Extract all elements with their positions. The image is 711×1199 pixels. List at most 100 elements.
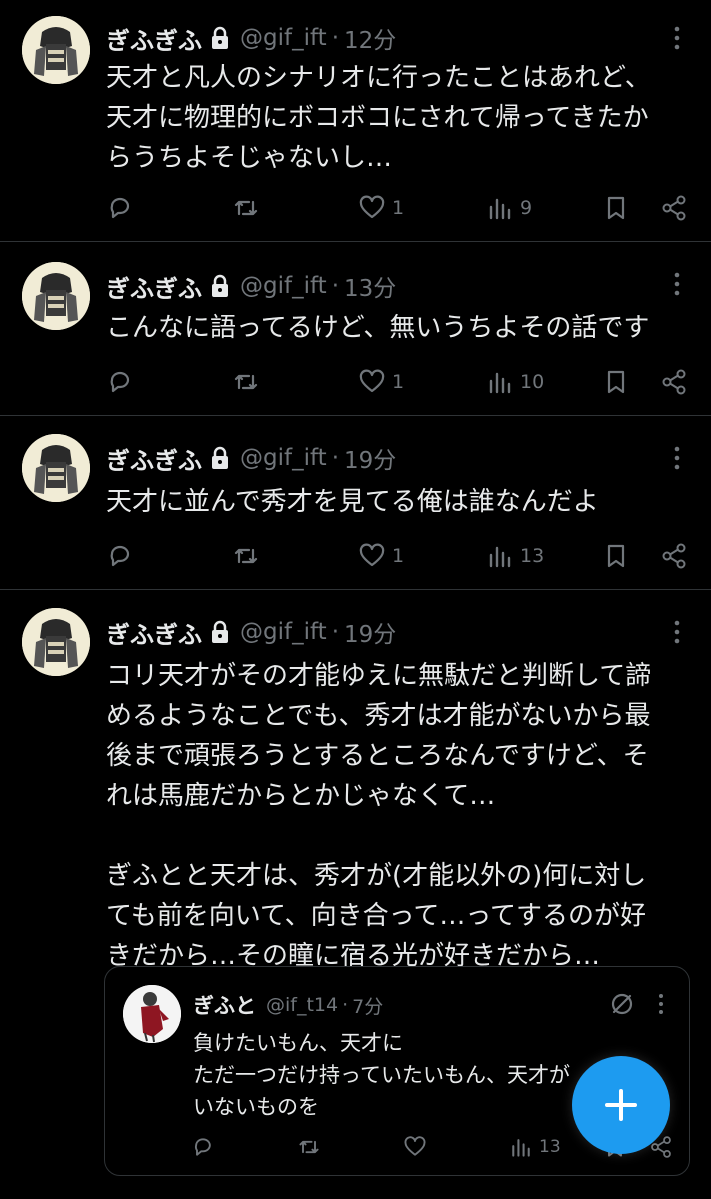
retweet-button[interactable]	[232, 538, 260, 574]
avatar[interactable]	[22, 16, 90, 84]
user-handle[interactable]: @gif_ift	[240, 619, 327, 645]
bookmark-button[interactable]	[602, 364, 630, 400]
tweet[interactable]: ぎふぎふ @gif_ift · 12分 天才と凡人のシナリオに行ったことはあれど…	[0, 0, 711, 242]
tweet-actions: 1 10	[106, 364, 696, 400]
tweet-text-line: 天才に並んで秀才を見てる俺は誰なんだよ	[106, 487, 599, 517]
separator-dot: ·	[331, 619, 340, 645]
tweet-text: 天才に並んで秀才を見てる俺は誰なんだよ	[106, 482, 686, 522]
like-button[interactable]: 1	[358, 538, 404, 574]
tweet-header: ぎふぎふ @gif_ift · 19分	[106, 614, 396, 650]
quoted-user-handle[interactable]: @if_t14	[266, 994, 338, 1016]
view-count: 10	[520, 371, 545, 393]
tweet-header: ぎふぎふ @gif_ift · 19分	[106, 440, 396, 476]
retweet-button[interactable]	[232, 364, 260, 400]
display-name[interactable]: ぎふぎふ	[106, 269, 202, 304]
quoted-avatar[interactable]	[123, 985, 181, 1043]
share-button[interactable]	[660, 538, 688, 574]
timestamp[interactable]: 19分	[344, 441, 396, 475]
bookmark-icon	[607, 370, 625, 394]
lock-icon	[212, 446, 228, 469]
reply-button[interactable]	[106, 364, 134, 400]
separator-dot: ·	[331, 445, 340, 471]
more-options-icon[interactable]	[665, 270, 689, 298]
tweet-text-line: めるようなことでも、秀才は才能がないから最	[106, 701, 651, 731]
views-chart-icon	[512, 1139, 530, 1157]
more-options-icon[interactable]	[665, 24, 689, 52]
reply-icon	[194, 1138, 211, 1156]
tweet-header: ぎふぎふ @gif_ift · 12分	[106, 20, 396, 56]
tweet-text: コリ天才がその才能ゆえに無駄だと判断して諦 めるようなことでも、秀才は才能がない…	[106, 656, 686, 976]
lock-icon	[212, 26, 228, 49]
separator-dot: ·	[331, 25, 340, 51]
like-button[interactable]: 1	[358, 364, 404, 400]
share-button[interactable]	[660, 364, 688, 400]
tweet-text-line	[106, 816, 686, 856]
tweet-text-line: らうちよそじゃないし…	[106, 143, 393, 173]
reply-icon	[110, 197, 130, 219]
avatar-illustration-icon	[22, 16, 90, 84]
views-button[interactable]: 9	[486, 190, 532, 226]
quoted-display-name[interactable]: ぎふと	[193, 990, 256, 1020]
view-count: 13	[539, 1137, 561, 1157]
user-handle[interactable]: @gif_ift	[240, 445, 327, 471]
views-chart-icon	[489, 372, 511, 394]
tweet-text-line: ても前を向いて、向き合って…ってするのが好	[106, 901, 647, 931]
quoted-timestamp[interactable]: 7分	[352, 992, 383, 1019]
tweet-text-line: コリ天才がその才能ゆえに無駄だと判断して諦	[106, 661, 652, 691]
more-options-icon[interactable]	[665, 444, 689, 472]
reply-button[interactable]	[191, 1129, 215, 1165]
tweet-text-line: れは馬鹿だからとかじゃなくて…	[106, 781, 496, 811]
like-button[interactable]	[403, 1129, 427, 1165]
retweet-button[interactable]	[297, 1129, 321, 1165]
avatar[interactable]	[22, 434, 90, 502]
views-chart-icon	[489, 198, 511, 220]
views-chart-icon	[489, 546, 511, 568]
bookmark-button[interactable]	[602, 538, 630, 574]
timestamp[interactable]: 19分	[344, 615, 396, 649]
tweet-actions: 1 9	[106, 190, 696, 226]
display-name[interactable]: ぎふぎふ	[106, 21, 202, 56]
avatar-illustration-icon	[22, 608, 90, 676]
grok-icon[interactable]	[609, 991, 635, 1017]
lock-icon	[212, 274, 228, 297]
tweet-header: ぎふぎふ @gif_ift · 13分	[106, 268, 396, 304]
avatar[interactable]	[22, 262, 90, 330]
more-options-icon[interactable]	[665, 618, 689, 646]
views-button[interactable]: 13	[486, 538, 544, 574]
separator-dot: ·	[342, 994, 349, 1016]
avatar[interactable]	[22, 608, 90, 676]
tweet[interactable]: ぎふぎふ @gif_ift · 19分 天才に並んで秀才を見てる俺は誰なんだよ …	[0, 416, 711, 590]
display-name[interactable]: ぎふぎふ	[106, 441, 202, 476]
display-name[interactable]: ぎふぎふ	[106, 615, 202, 650]
reply-button[interactable]	[106, 190, 134, 226]
heart-icon	[359, 543, 385, 567]
timestamp[interactable]: 12分	[344, 21, 396, 55]
like-button[interactable]: 1	[358, 190, 404, 226]
timeline-feed: ぎふぎふ @gif_ift · 12分 天才と凡人のシナリオに行ったことはあれど…	[0, 0, 711, 1199]
quoted-tweet-header: ぎふと @if_t14 · 7分	[193, 989, 383, 1021]
user-handle[interactable]: @gif_ift	[240, 25, 327, 51]
lock-icon	[212, 620, 228, 643]
bookmark-button[interactable]	[602, 190, 630, 226]
user-handle[interactable]: @gif_ift	[240, 273, 327, 299]
compose-button[interactable]	[572, 1056, 670, 1154]
retweet-icon	[234, 200, 258, 216]
tweet[interactable]: ぎふぎふ @gif_ift · 13分 こんなに語ってるけど、無いうちよその話で…	[0, 242, 711, 416]
avatar-illustration-icon	[22, 262, 90, 330]
heart-icon	[404, 1136, 426, 1156]
tweet-text-line: 天才に物理的にボコボコにされて帰ってきたか	[106, 103, 649, 133]
reply-button[interactable]	[106, 538, 134, 574]
views-button[interactable]: 13	[509, 1129, 561, 1165]
share-button[interactable]	[660, 190, 688, 226]
view-count: 13	[520, 545, 545, 567]
plus-icon	[605, 1089, 637, 1121]
more-options-icon[interactable]	[651, 991, 671, 1017]
bookmark-icon	[607, 544, 625, 568]
separator-dot: ·	[331, 273, 340, 299]
retweet-icon	[299, 1140, 319, 1154]
retweet-button[interactable]	[232, 190, 260, 226]
bookmark-icon	[607, 196, 625, 220]
views-button[interactable]: 10	[486, 364, 544, 400]
timestamp[interactable]: 13分	[344, 269, 396, 303]
quoted-text-line: 負けたいもん、天才に	[193, 1031, 403, 1055]
